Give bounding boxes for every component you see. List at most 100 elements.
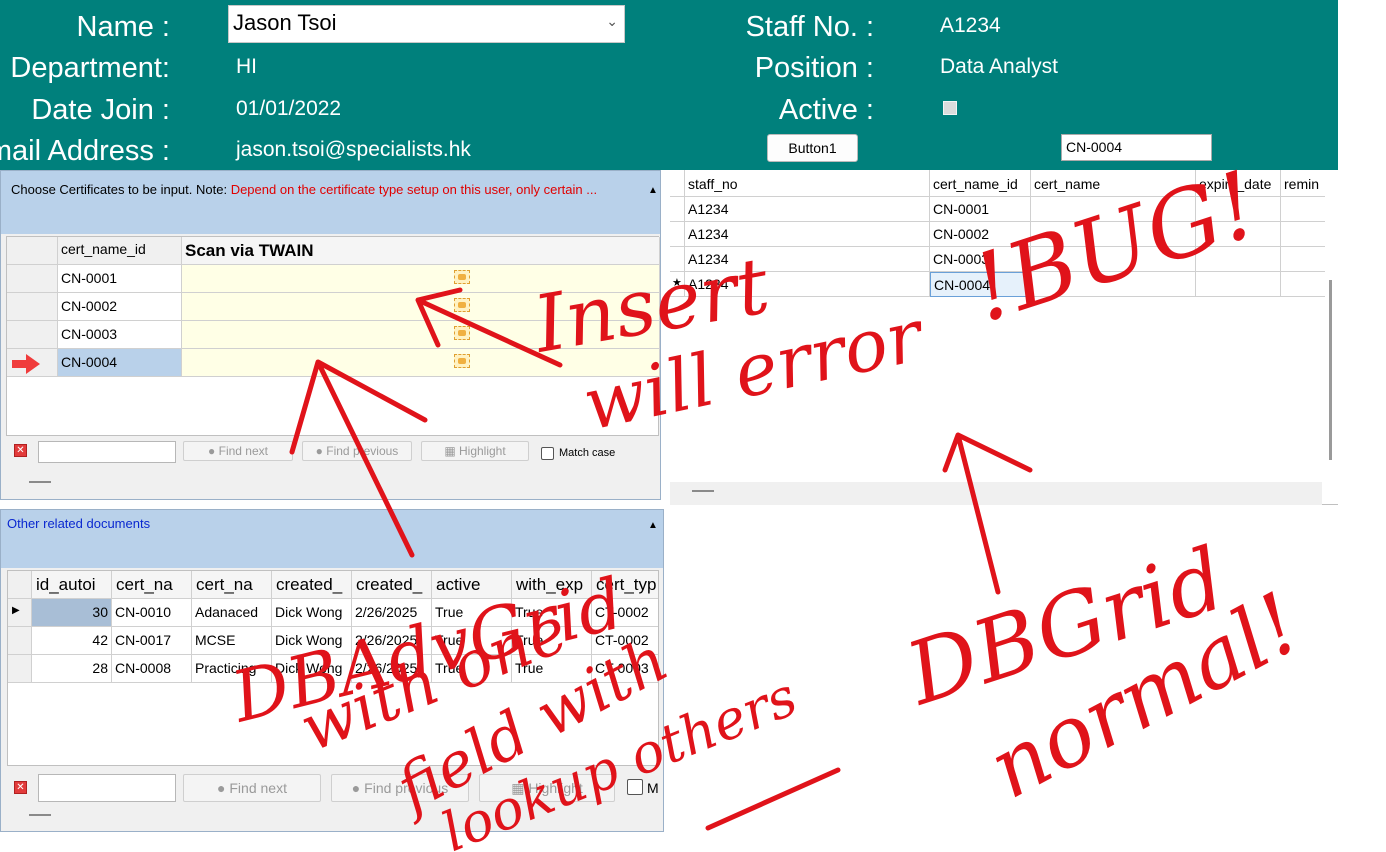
grid-header[interactable]: id_autoi [32, 571, 112, 599]
row-indicator[interactable] [7, 265, 58, 293]
table-cell[interactable] [1031, 222, 1196, 247]
row-indicator[interactable]: ★ [670, 272, 685, 297]
cert-adv-grid[interactable]: cert_name_id Scan via TWAIN CN-0001 CN-0… [6, 236, 660, 436]
active-checkbox[interactable] [943, 101, 957, 115]
row-indicator[interactable] [7, 321, 58, 349]
scanner-icon[interactable] [454, 354, 470, 368]
table-cell[interactable] [1281, 222, 1325, 247]
db-grid[interactable]: staff_no cert_name_id cert_name expiry_date… [670, 170, 1325, 482]
cert-name-id-input[interactable]: CN-0004 [1061, 134, 1212, 161]
row-indicator[interactable] [670, 197, 685, 222]
row-indicator[interactable] [8, 627, 32, 655]
scan-cell[interactable] [182, 321, 660, 349]
table-cell[interactable]: CN-0017 [112, 627, 192, 655]
table-cell[interactable]: CN-0003 [930, 247, 1031, 272]
table-cell[interactable]: A1234 [685, 247, 930, 272]
scan-cell[interactable] [182, 293, 660, 321]
table-cell[interactable] [1281, 197, 1325, 222]
row-indicator[interactable] [7, 293, 58, 321]
find-previous-button[interactable]: ● Find previous [331, 774, 469, 802]
table-cell[interactable] [1281, 272, 1325, 297]
table-cell[interactable]: True [512, 627, 592, 655]
table-cell[interactable]: CT-0002 [592, 627, 658, 655]
grid-header[interactable]: cert_name_id [930, 170, 1031, 197]
table-cell[interactable]: 30 [32, 599, 112, 627]
table-cell[interactable]: A1234 [685, 222, 930, 247]
grid-header[interactable]: created_ [272, 571, 352, 599]
collapse-up-icon[interactable]: ▲ [648, 185, 658, 196]
table-cell[interactable]: True [432, 599, 512, 627]
row-indicator[interactable] [670, 247, 685, 272]
table-cell[interactable] [1281, 247, 1325, 272]
table-cell[interactable] [1196, 272, 1281, 297]
table-cell[interactable]: CT-0002 [592, 599, 658, 627]
find-next-button[interactable]: ● Find next [183, 774, 321, 802]
table-cell[interactable]: True [512, 599, 592, 627]
button1[interactable]: Button1 [767, 134, 858, 162]
resize-handle[interactable] [29, 814, 51, 816]
scan-cell[interactable] [182, 265, 660, 293]
table-cell[interactable]: CN-0010 [112, 599, 192, 627]
scanner-icon[interactable] [454, 326, 470, 340]
find-input[interactable] [38, 774, 176, 802]
scanner-icon[interactable] [454, 270, 470, 284]
table-cell[interactable]: CT-0003 [592, 655, 658, 683]
table-cell[interactable] [1031, 272, 1196, 297]
grid-header-cert-name-id[interactable]: cert_name_id [58, 237, 182, 265]
grid-header[interactable]: created_ [352, 571, 432, 599]
table-cell[interactable] [1196, 247, 1281, 272]
row-indicator[interactable] [670, 222, 685, 247]
find-previous-button[interactable]: ● Find previous [302, 441, 412, 461]
scanner-icon[interactable] [454, 298, 470, 312]
table-cell[interactable]: 42 [32, 627, 112, 655]
table-cell[interactable] [1031, 247, 1196, 272]
table-row-selected[interactable]: CN-0004 [58, 349, 182, 377]
table-cell[interactable]: 28 [32, 655, 112, 683]
table-cell[interactable]: A1234 [685, 197, 930, 222]
table-row[interactable]: CN-0002 [58, 293, 182, 321]
table-cell[interactable]: 2/26/2025 [352, 655, 432, 683]
grid-header[interactable]: cert_typ [592, 571, 658, 599]
table-cell[interactable]: 2/26/2025 [352, 627, 432, 655]
table-row[interactable]: CN-0001 [58, 265, 182, 293]
table-cell[interactable]: Dick Wong [272, 599, 352, 627]
highlight-button[interactable]: ▦ Highlight [421, 441, 529, 461]
grid-header[interactable]: cert_name [1031, 170, 1196, 197]
find-next-button[interactable]: ● Find next [183, 441, 293, 461]
collapse-up-icon[interactable]: ▲ [648, 520, 658, 531]
resize-handle[interactable] [29, 481, 51, 483]
table-cell[interactable]: True [432, 627, 512, 655]
table-cell[interactable]: Dick Wong [272, 627, 352, 655]
row-indicator-current[interactable] [7, 349, 58, 377]
row-indicator[interactable] [8, 655, 32, 683]
table-cell[interactable]: CN-0002 [930, 222, 1031, 247]
grid-header[interactable]: cert_na [112, 571, 192, 599]
table-cell[interactable]: Dick Wong [272, 655, 352, 683]
name-combo[interactable]: Jason Tsoi ⌄ [228, 5, 625, 43]
table-cell[interactable] [1196, 197, 1281, 222]
match-case-checkbox[interactable] [627, 779, 643, 795]
table-cell[interactable] [1196, 222, 1281, 247]
vertical-scrollbar[interactable] [1329, 280, 1332, 460]
table-cell[interactable]: True [432, 655, 512, 683]
grid-header[interactable]: with_exp [512, 571, 592, 599]
table-cell[interactable]: Practicing [192, 655, 272, 683]
table-cell[interactable] [1031, 197, 1196, 222]
highlight-button[interactable]: ▦ Highlight [479, 774, 615, 802]
table-cell-editing[interactable]: CN-0004 [930, 272, 1031, 297]
row-indicator[interactable]: ▶ [8, 599, 32, 627]
table-cell[interactable]: CN-0001 [930, 197, 1031, 222]
grid-header[interactable]: cert_na [192, 571, 272, 599]
grid-header[interactable]: staff_no [685, 170, 930, 197]
close-findbar-icon[interactable]: ✕ [14, 781, 27, 794]
scan-cell[interactable] [182, 349, 660, 377]
table-row[interactable]: CN-0003 [58, 321, 182, 349]
resize-handle[interactable] [692, 490, 714, 492]
table-cell[interactable]: True [512, 655, 592, 683]
table-cell[interactable]: MCSE [192, 627, 272, 655]
find-input[interactable] [38, 441, 176, 463]
table-cell[interactable]: CN-0008 [112, 655, 192, 683]
grid-header[interactable]: active [432, 571, 512, 599]
grid-header[interactable]: expiry_date [1196, 170, 1281, 197]
close-findbar-icon[interactable]: ✕ [14, 444, 27, 457]
